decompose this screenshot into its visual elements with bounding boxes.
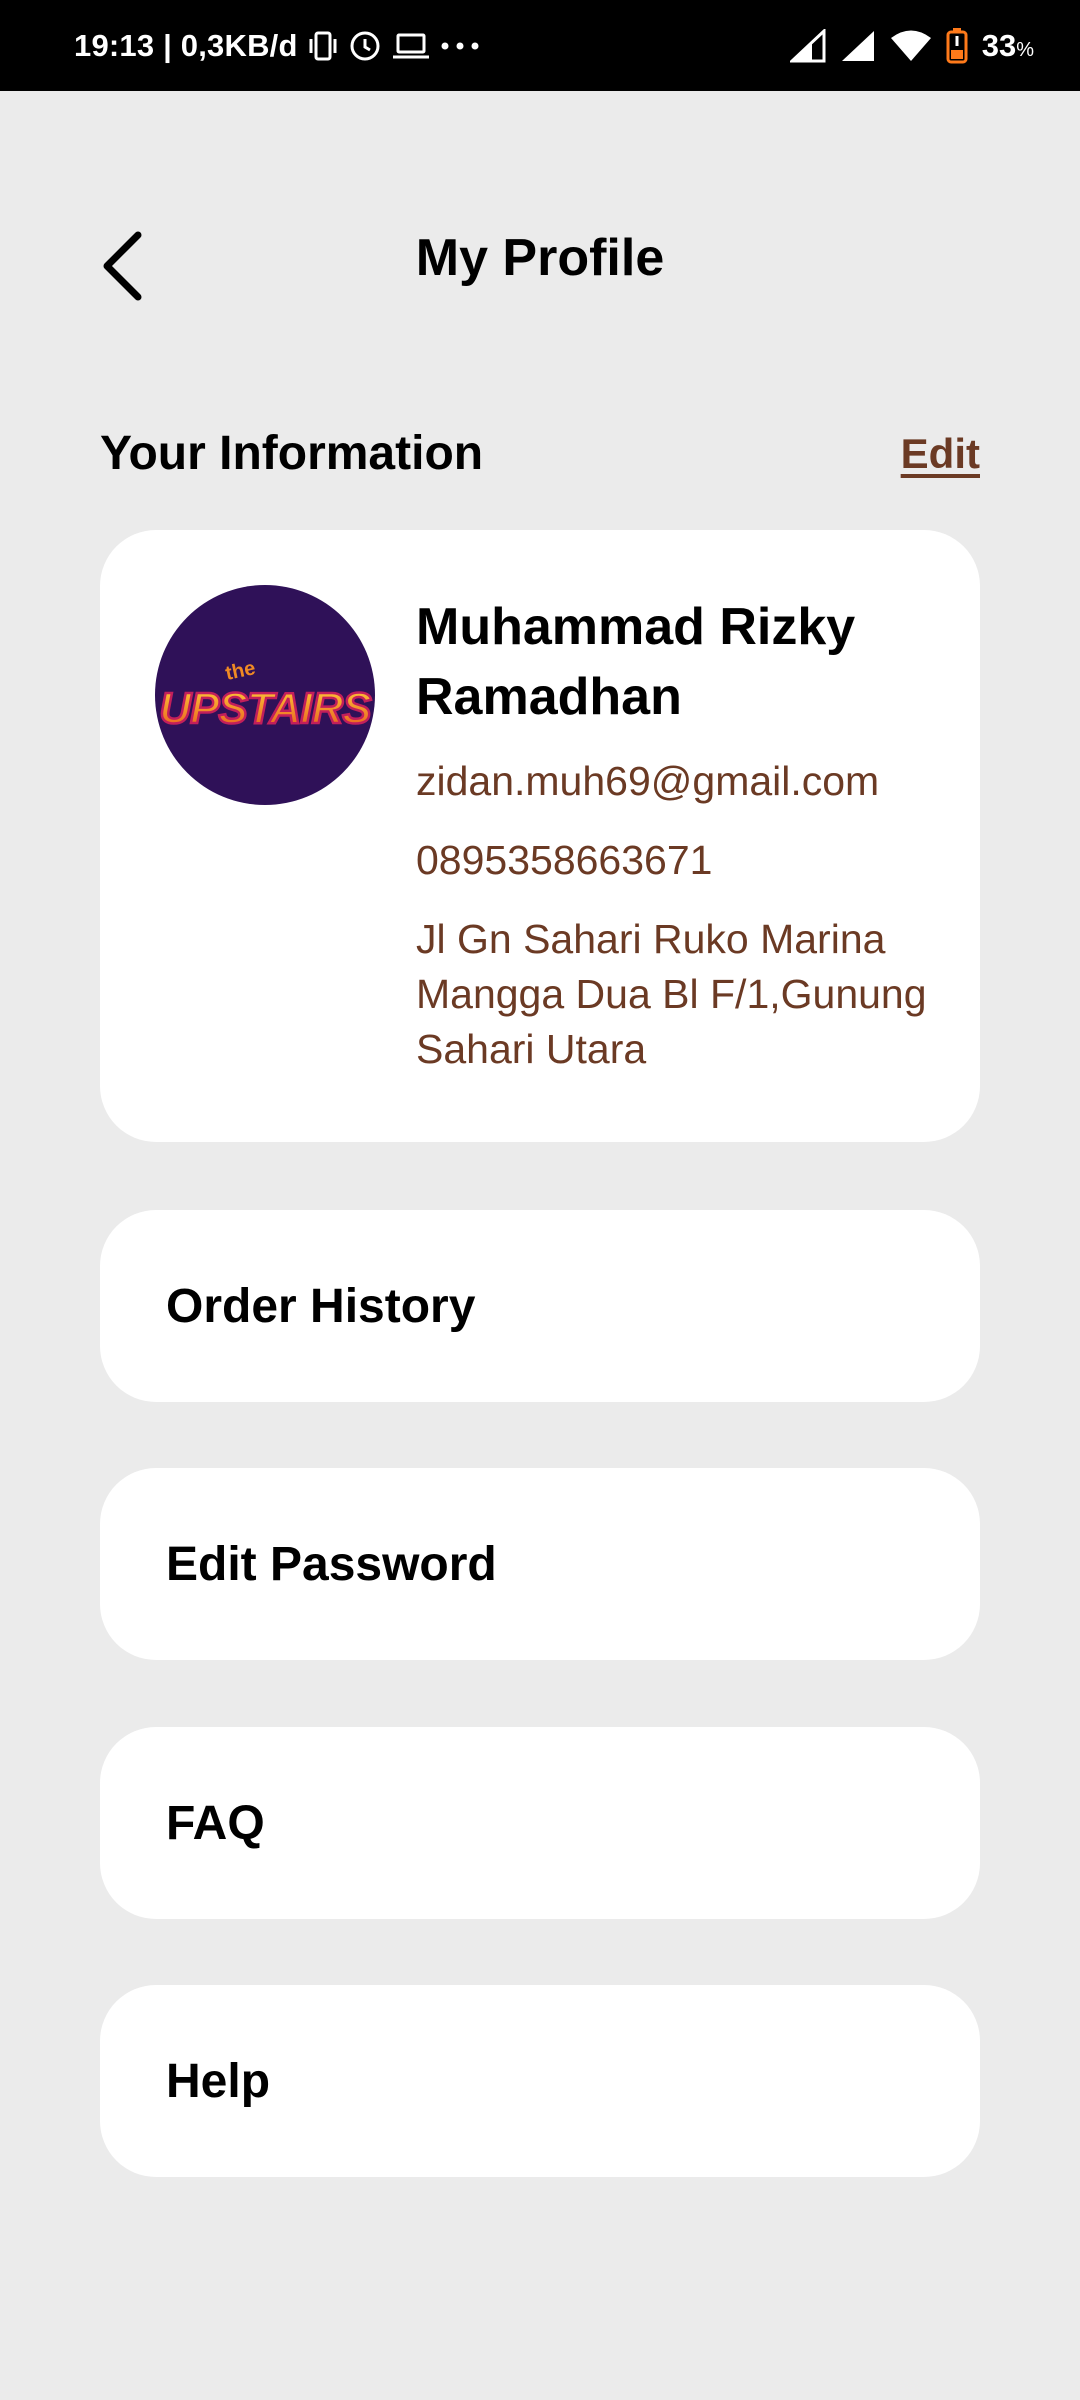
order-history-button[interactable]: Order History [100,1210,980,1402]
profile-info: Muhammad Rizky Ramadhan zidan.muh69@gmai… [416,592,956,1077]
status-left: 19:13 | 0,3KB/d [74,0,480,91]
faq-button[interactable]: FAQ [100,1727,980,1919]
alarm-clock-icon [348,29,382,63]
section-title: Your Information [100,427,484,480]
help-button[interactable]: Help [100,1985,980,2177]
user-name: Muhammad Rizky Ramadhan [416,598,856,726]
status-bar: 19:13 | 0,3KB/d 33% [0,0,1080,91]
menu-item-label: Order History [166,1279,476,1333]
battery-percent: 33 [981,27,1017,63]
svg-text:the: the [223,657,257,685]
menu-item-label: FAQ [166,1796,265,1850]
battery-level: 33% [982,28,1034,64]
user-phone: 0895358663671 [416,837,713,883]
battery-unit: % [1016,38,1034,61]
page-title: My Profile [415,229,665,287]
upstairs-logo: the UPSTAIRS [158,657,373,734]
user-email: zidan.muh69@gmail.com [416,758,880,804]
edit-password-button[interactable]: Edit Password [100,1468,980,1660]
edit-profile-link[interactable]: Edit [901,430,980,478]
status-time: 19:13 | 0,3KB/d [74,27,298,63]
more-dots-icon [440,41,480,51]
battery-icon [946,27,968,64]
avatar[interactable]: the UPSTAIRS [155,585,375,805]
profile-card: the UPSTAIRS Muhammad Rizky Ramadhan zid… [100,530,980,1142]
vibrate-icon [308,29,338,63]
menu-item-label: Edit Password [166,1537,497,1591]
signal-icon [789,28,826,63]
menu-item-label: Help [166,2054,271,2108]
signal-icon [840,29,876,63]
user-address: Jl Gn Sahari Ruko Marina Mangga Dua Bl F… [416,916,927,1072]
svg-text:UPSTAIRS: UPSTAIRS [159,684,371,733]
laptop-icon [392,31,430,61]
wifi-icon [890,29,932,63]
status-right: 33% [789,0,1034,91]
